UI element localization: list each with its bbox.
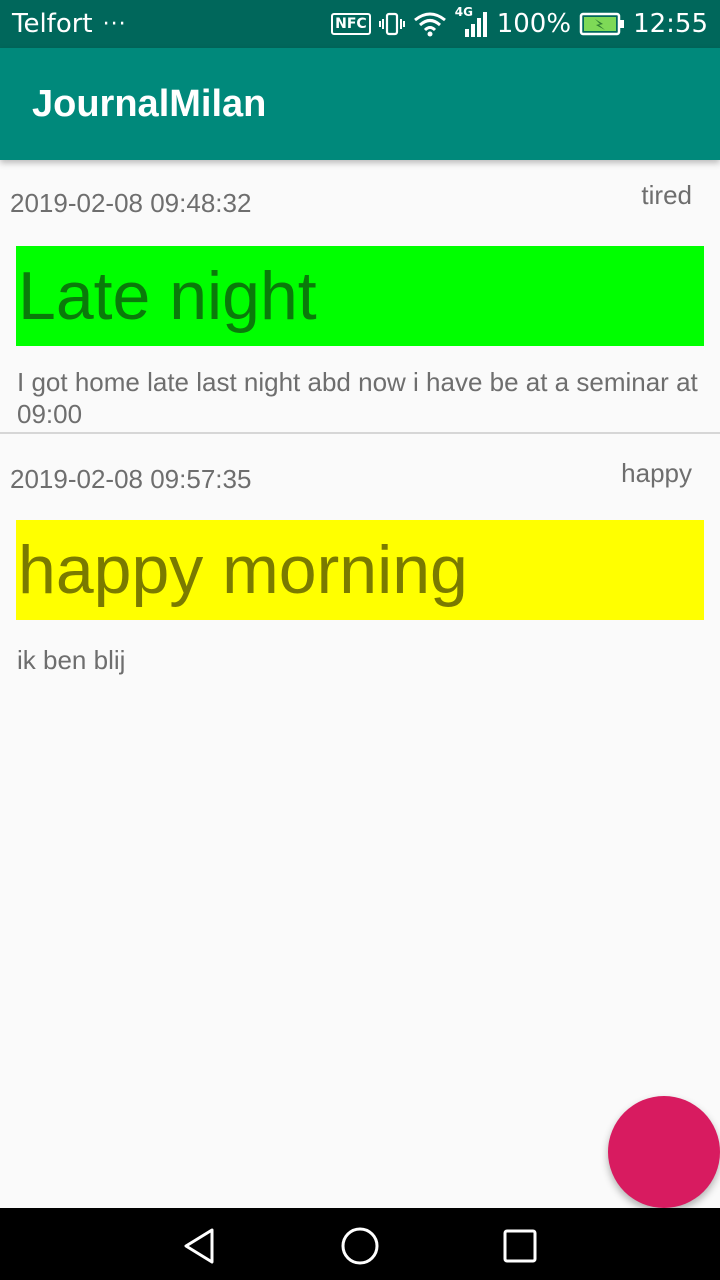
battery-charging-icon [579, 12, 625, 36]
signal-icon: 4G [455, 5, 489, 39]
entry-mood: tired [641, 180, 692, 210]
journal-entry-list: 2019-02-08 09:48:32 tired Late night I g… [0, 160, 720, 694]
entry-timestamp: 2019-02-08 09:48:32 [10, 188, 252, 218]
app-bar: JournalMilan [0, 48, 720, 160]
entry-title: happy morning [18, 532, 468, 608]
battery-percent: 100% [496, 9, 572, 39]
clock: 12:55 [633, 9, 708, 39]
entry-body: I got home late last night abd now i hav… [17, 367, 698, 429]
entry-timestamp: 2019-02-08 09:57:35 [10, 464, 252, 494]
add-entry-button[interactable] [608, 1096, 720, 1208]
nfc-icon: NFC [331, 13, 371, 35]
recents-icon[interactable] [500, 1226, 540, 1266]
vibrate-icon [378, 12, 405, 36]
entry-mood: happy [621, 458, 692, 488]
entry-title-box: Late night [16, 246, 704, 346]
navigation-bar [0, 1208, 720, 1280]
app-title: JournalMilan [32, 82, 267, 125]
back-icon[interactable] [180, 1226, 220, 1266]
entry-title-box: happy morning [16, 520, 704, 620]
journal-entry[interactable]: 2019-02-08 09:57:35 happy happy morning … [0, 434, 720, 694]
journal-entry[interactable]: 2019-02-08 09:48:32 tired Late night I g… [0, 160, 720, 434]
carrier-label: Telfort [12, 9, 93, 39]
wifi-icon [413, 12, 446, 37]
home-icon[interactable] [340, 1226, 380, 1266]
entry-body: ik ben blij [17, 645, 126, 675]
more-notifications-icon: ··· [102, 11, 127, 37]
entry-title: Late night [18, 258, 317, 334]
status-icons: NFC 4G 100% 12:55 [331, 5, 708, 39]
status-bar: Telfort ··· NFC 4G 100% 12:55 [0, 0, 720, 48]
